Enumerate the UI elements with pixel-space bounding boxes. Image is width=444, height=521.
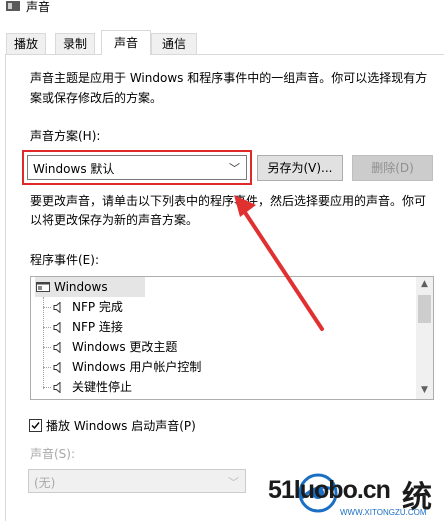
delete-button[interactable]: 删除(D) (352, 155, 433, 181)
sound-label: 声音(S): (30, 447, 76, 461)
list-item-label: NFP 完成 (72, 300, 123, 314)
tree-connector (43, 387, 51, 388)
tab-communications[interactable]: 通信 (151, 33, 197, 54)
tab-strip: 播放 录制 声音 通信 (0, 30, 444, 55)
watermark-brand: 51luobo.cn (268, 476, 391, 504)
speaker-icon (53, 382, 61, 393)
sound-select-value: (无) (34, 476, 56, 490)
tree-connector (43, 327, 51, 328)
list-item[interactable]: Windows (35, 277, 145, 297)
chevron-down-icon: ﹀ (228, 476, 239, 489)
sound-select[interactable]: (无) ﹀ (28, 469, 246, 493)
list-item-label: NFP 连接 (72, 320, 123, 334)
description-line-2: 案或保存修改后的方案。 (30, 91, 163, 105)
list-item-label: Windows 用户帐户控制 (72, 360, 202, 374)
watermark-site: WWW.XITONGZU.COM (340, 508, 427, 517)
scroll-up-icon[interactable]: ▲ (416, 279, 433, 289)
scroll-down-icon[interactable]: ▼ (416, 385, 433, 395)
speaker-icon (53, 322, 61, 333)
description-line-1: 声音主题是应用于 Windows 和程序事件中的一组声音。你可以选择现有方 (30, 71, 428, 85)
window-title: 声音 (26, 0, 51, 14)
watermark: 51luobo.cn 统 WWW.XITONGZU.COM (252, 468, 442, 521)
speaker-icon (53, 302, 61, 313)
checkmark-icon (31, 422, 40, 430)
window-icon (36, 282, 50, 292)
tree-connector (43, 367, 51, 368)
tab-sounds[interactable]: 声音 (101, 30, 151, 55)
scheme-label: 声音方案(H): (30, 129, 101, 143)
list-item-label: Windows 更改主题 (72, 340, 178, 354)
scheme-select[interactable]: Windows 默认 ﹀ (27, 155, 247, 180)
tree-connector (43, 347, 51, 348)
tab-playback[interactable]: 播放 (6, 33, 46, 54)
chevron-down-icon: ﹀ (229, 162, 240, 175)
speaker-icon (6, 1, 20, 11)
scheme-select-value: Windows 默认 (33, 162, 115, 176)
title-bar: 声音 (0, 0, 444, 26)
startup-sound-checkbox[interactable] (29, 419, 42, 432)
scrollbar-thumb[interactable] (418, 295, 431, 323)
tab-recording[interactable]: 录制 (55, 33, 95, 54)
instruction-line-2: 以将更改保存为新的声音方案。 (30, 213, 199, 227)
tree-connector (43, 297, 44, 389)
list-item-label: 关键性停止 (72, 380, 133, 394)
list-item-label: Windows (54, 280, 108, 294)
events-label: 程序事件(E): (30, 253, 99, 267)
save-as-button[interactable]: 另存为(V)... (257, 155, 343, 181)
speaker-icon (53, 342, 61, 353)
list-scrollbar[interactable]: ▲ ▼ (416, 277, 433, 399)
startup-sound-label[interactable]: 播放 Windows 启动声音(P) (46, 416, 196, 436)
annotation-arrow (234, 195, 324, 331)
tree-connector (43, 307, 51, 308)
speaker-icon (53, 362, 61, 373)
